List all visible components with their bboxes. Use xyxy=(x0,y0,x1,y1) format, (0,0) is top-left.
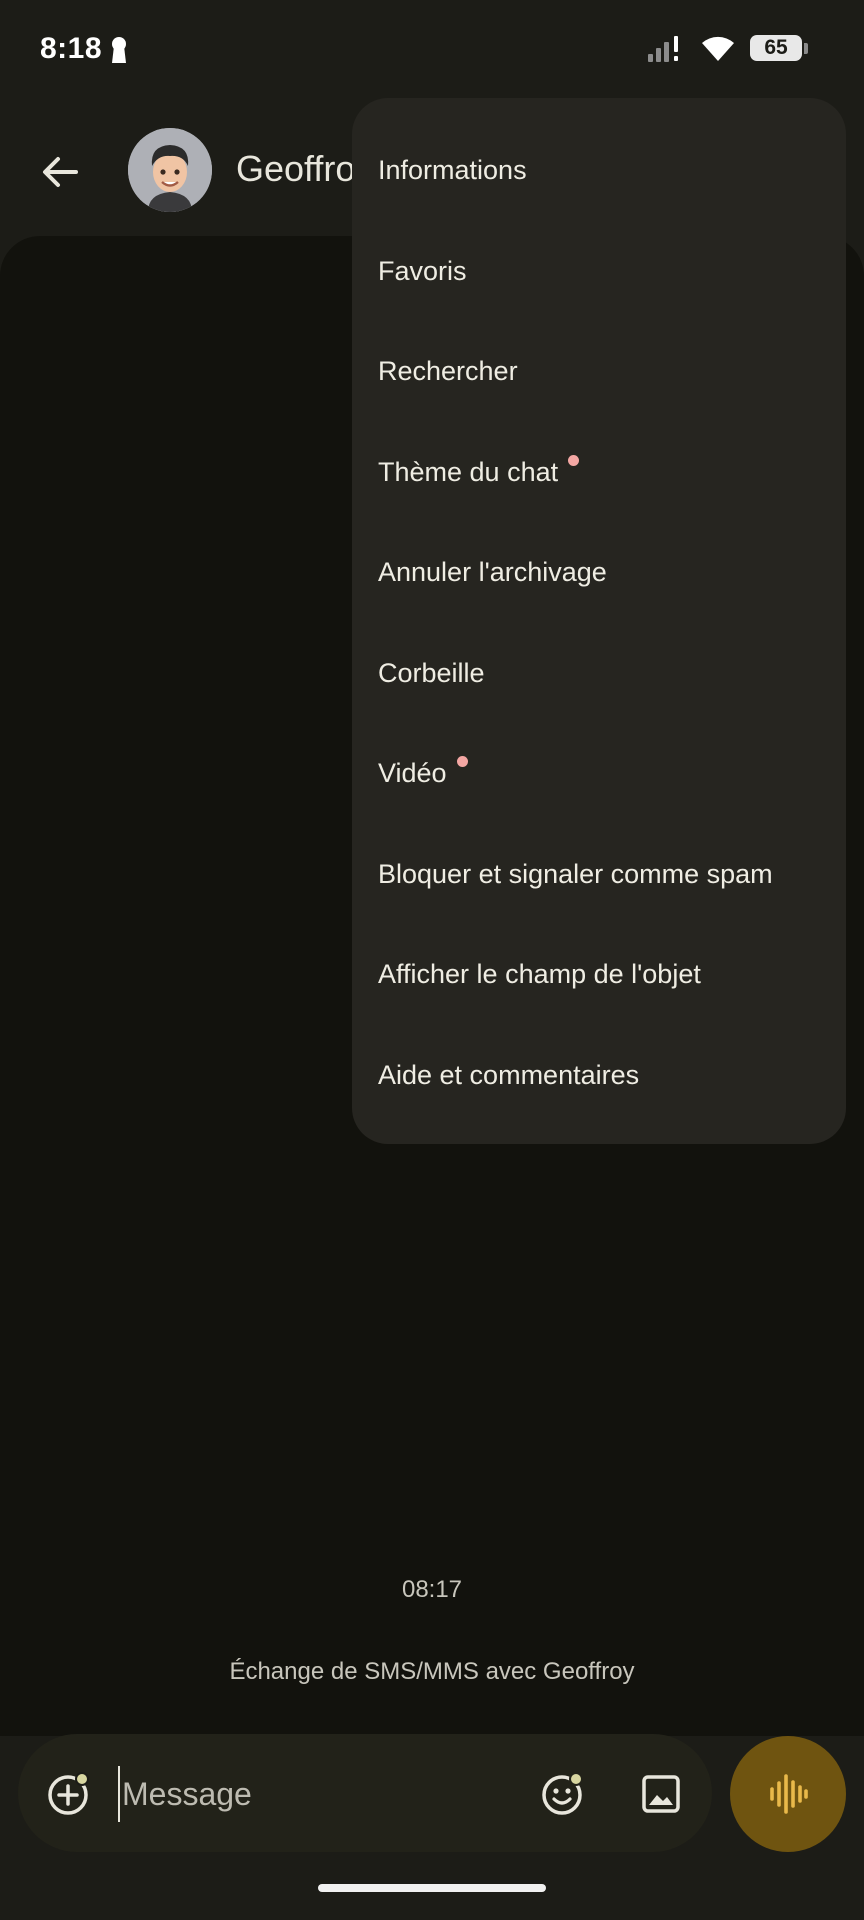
battery-icon: 65 xyxy=(750,35,808,61)
menu-item-bloquer-signaler-spam[interactable]: Bloquer et signaler comme spam xyxy=(378,844,773,904)
menu-item-label: Annuler l'archivage xyxy=(378,556,607,587)
status-time: 8:18 xyxy=(40,32,103,65)
overflow-menu: Informations Favoris Rechercher Thème du… xyxy=(352,98,846,1144)
menu-item-label: Corbeille xyxy=(378,657,485,688)
new-feature-dot xyxy=(568,454,580,466)
new-feature-dot xyxy=(456,755,468,767)
menu-item-video[interactable]: Vidéo xyxy=(378,743,468,803)
battery-level: 65 xyxy=(750,35,802,61)
menu-item-label: Vidéo xyxy=(378,757,447,788)
home-indicator[interactable] xyxy=(318,1884,546,1892)
menu-item-label: Informations xyxy=(378,154,527,185)
menu-item-favoris[interactable]: Favoris xyxy=(378,241,467,301)
arrow-left-icon xyxy=(43,157,78,187)
menu-item-aide-commentaires[interactable]: Aide et commentaires xyxy=(378,1045,639,1105)
menu-item-annuler-archivage[interactable]: Annuler l'archivage xyxy=(378,542,607,602)
message-input[interactable] xyxy=(118,1766,542,1822)
status-icons: 65 xyxy=(648,34,808,62)
emoji-icon xyxy=(542,1772,583,1815)
message-timestamp: 08:17 xyxy=(401,1576,463,1603)
menu-item-rechercher[interactable]: Rechercher xyxy=(378,341,518,401)
add-attachment-icon xyxy=(48,1772,89,1815)
add-attachment-button[interactable] xyxy=(44,1769,94,1819)
gallery-button[interactable] xyxy=(636,1769,686,1819)
menu-item-afficher-champ-objet[interactable]: Afficher le champ de l'objet xyxy=(378,944,701,1004)
avatar[interactable] xyxy=(128,128,212,212)
emoji-button[interactable] xyxy=(538,1769,588,1819)
menu-item-label: Rechercher xyxy=(378,355,518,386)
voice-waveform-icon xyxy=(770,1774,808,1814)
signal-icon xyxy=(648,36,678,62)
message-composer xyxy=(18,1734,712,1852)
conversation-info: Échange de SMS/MMS avec Geoffroy xyxy=(229,1658,635,1685)
voice-message-button[interactable] xyxy=(730,1736,846,1852)
menu-item-label: Bloquer et signaler comme spam xyxy=(378,858,773,889)
menu-item-informations[interactable]: Informations xyxy=(378,140,527,200)
menu-item-label: Afficher le champ de l'objet xyxy=(378,958,701,989)
keyhole-lock-icon xyxy=(112,37,126,63)
status-bar: 8:18 65 xyxy=(0,0,864,100)
menu-item-corbeille[interactable]: Corbeille xyxy=(378,643,485,703)
memoji-avatar xyxy=(128,128,212,212)
wifi-icon xyxy=(702,36,734,61)
back-button[interactable] xyxy=(36,148,84,196)
menu-item-label: Aide et commentaires xyxy=(378,1059,640,1090)
menu-item-label: Favoris xyxy=(378,255,467,286)
menu-item-theme-du-chat[interactable]: Thème du chat xyxy=(378,442,580,502)
menu-item-label: Thème du chat xyxy=(378,456,559,487)
gallery-icon xyxy=(642,1775,680,1813)
